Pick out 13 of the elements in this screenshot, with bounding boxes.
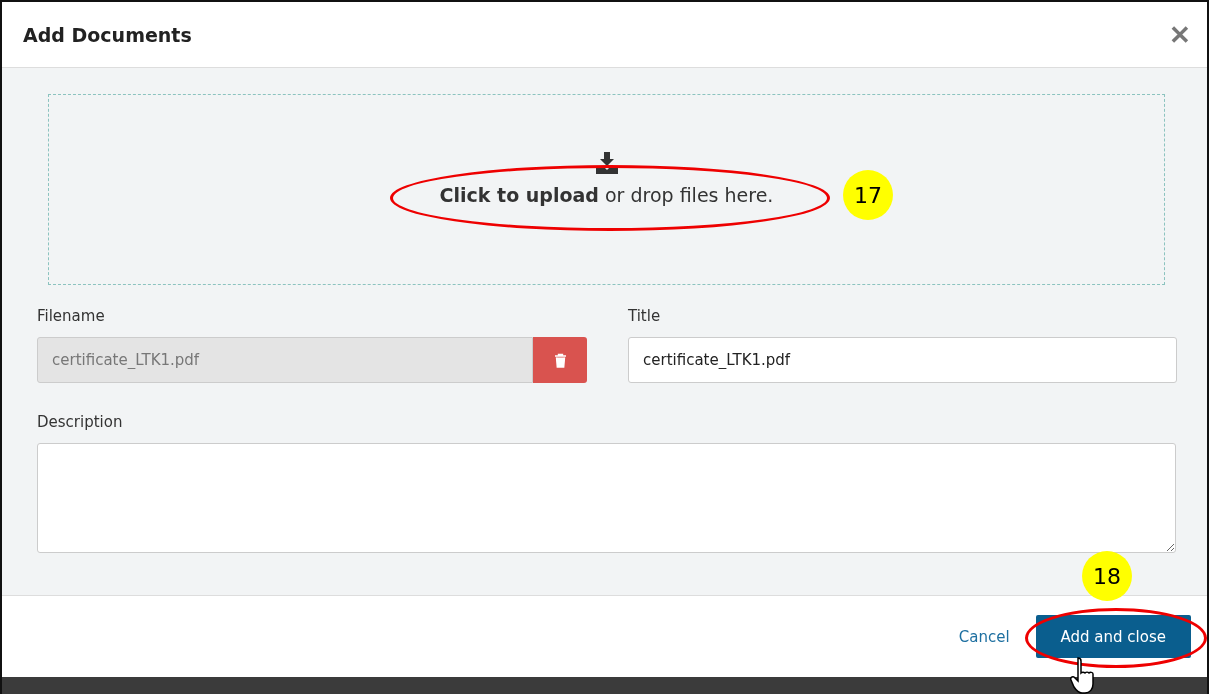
cancel-link[interactable]: Cancel xyxy=(958,627,1010,646)
download-tray-icon xyxy=(594,151,619,174)
upload-instruction: Click to upload or drop files here. xyxy=(439,183,774,206)
close-button[interactable]: ✕ xyxy=(1169,21,1191,48)
dialog-title: Add Documents xyxy=(23,23,192,46)
trash-icon xyxy=(553,352,567,368)
add-and-close-button[interactable]: Add and close xyxy=(1035,615,1191,658)
field-label: Filename xyxy=(37,307,106,325)
delete-button[interactable] xyxy=(533,337,587,383)
title-field[interactable]: certificate_LTK1.pdf xyxy=(628,337,1177,383)
description-field[interactable] xyxy=(37,443,1176,553)
field-label: Description xyxy=(37,413,124,431)
field-label: Title xyxy=(628,307,662,325)
